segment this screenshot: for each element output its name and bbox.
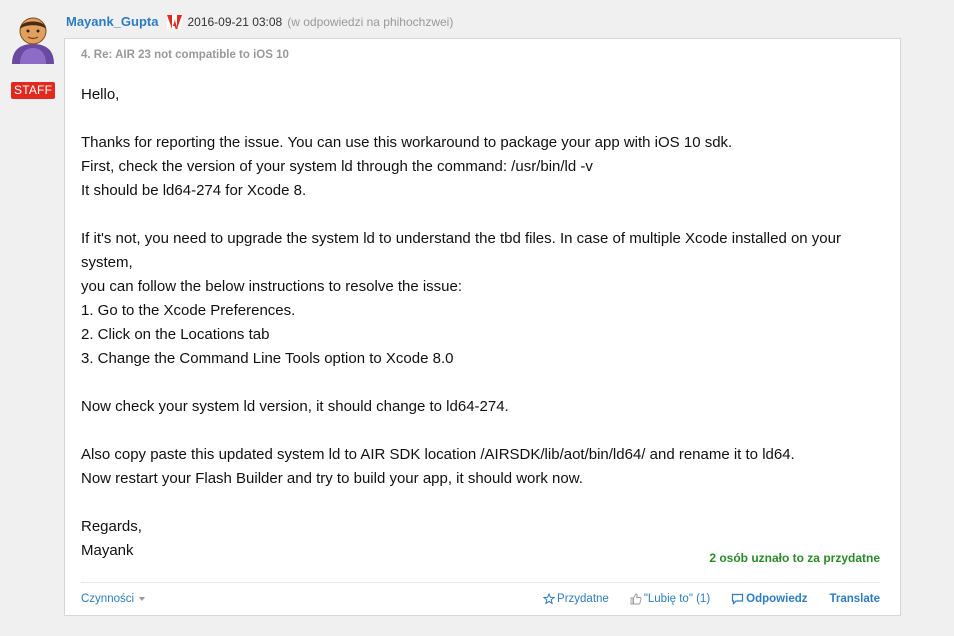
star-icon: [543, 593, 556, 605]
body-line: First, check the version of your system …: [81, 158, 593, 175]
reply-button-label: Odpowiedz: [746, 593, 808, 605]
body-line: If it's not, you need to upgrade the sys…: [81, 230, 841, 271]
body-line: 3. Change the Command Line Tools option …: [81, 350, 454, 367]
adobe-employee-icon: [167, 15, 183, 29]
author-link[interactable]: Mayank_Gupta: [66, 13, 158, 31]
body-line: Thanks for reporting the issue. You can …: [81, 134, 733, 151]
in-reply-to[interactable]: (w odpowiedzi na phihochzwei): [287, 13, 453, 31]
helpful-count[interactable]: 2 osób uznało to za przydatne: [709, 551, 880, 565]
body-line: you can follow the below instructions to…: [81, 278, 463, 295]
chevron-down-icon: [139, 597, 146, 601]
reply-button[interactable]: Odpowiedz: [731, 590, 808, 608]
body-line: Mayank: [81, 542, 134, 559]
post-footer: Czynności Przydatne "Lubię to" (1) Odpow…: [81, 590, 880, 608]
thumbs-up-icon: [630, 593, 642, 605]
post-body: Hello, Thanks for reporting the issue. Y…: [81, 83, 891, 587]
divider: [81, 582, 880, 583]
body-paragraph: If it's not, you need to upgrade the sys…: [81, 227, 891, 371]
body-paragraph: Thanks for reporting the issue. You can …: [81, 131, 891, 203]
post-subject[interactable]: 4. Re: AIR 23 not compatible to iOS 10: [81, 49, 289, 61]
speech-bubble-icon: [732, 593, 744, 605]
staff-badge: STAFF: [11, 82, 56, 99]
body-paragraph: Now check your system ld version, it sho…: [81, 398, 509, 415]
like-button[interactable]: "Lubię to" (1): [630, 590, 710, 608]
avatar[interactable]: [10, 14, 56, 64]
post-date: 2016-09-21 03:08: [187, 15, 283, 29]
post-meta: Mayank_Gupta 2016-09-21 03:08 (w odpowie…: [66, 13, 453, 31]
post-card: 4. Re: AIR 23 not compatible to iOS 10 H…: [64, 38, 901, 616]
post-actions: Przydatne "Lubię to" (1) Odpowiedz Trans…: [543, 590, 880, 608]
body-paragraph: Also copy paste this updated system ld t…: [81, 443, 891, 491]
like-button-label: "Lubię to" (1): [643, 593, 711, 605]
helpful-button[interactable]: Przydatne: [543, 590, 609, 608]
actions-menu-label: Czynności: [81, 593, 135, 605]
helpful-button-label: Przydatne: [557, 593, 609, 605]
body-line: It should be ld64-274 for Xcode 8.: [81, 182, 307, 199]
body-line: 2. Click on the Locations tab: [81, 326, 270, 343]
translate-button[interactable]: Translate: [830, 590, 881, 608]
body-line: 1. Go to the Xcode Preferences.: [81, 302, 296, 319]
actions-menu-button[interactable]: Czynności: [81, 590, 146, 608]
body-line: Also copy paste this updated system ld t…: [81, 446, 795, 463]
body-line: Now restart your Flash Builder and try t…: [81, 470, 583, 487]
greeting: Hello,: [81, 86, 120, 103]
body-line: Regards,: [81, 518, 142, 535]
